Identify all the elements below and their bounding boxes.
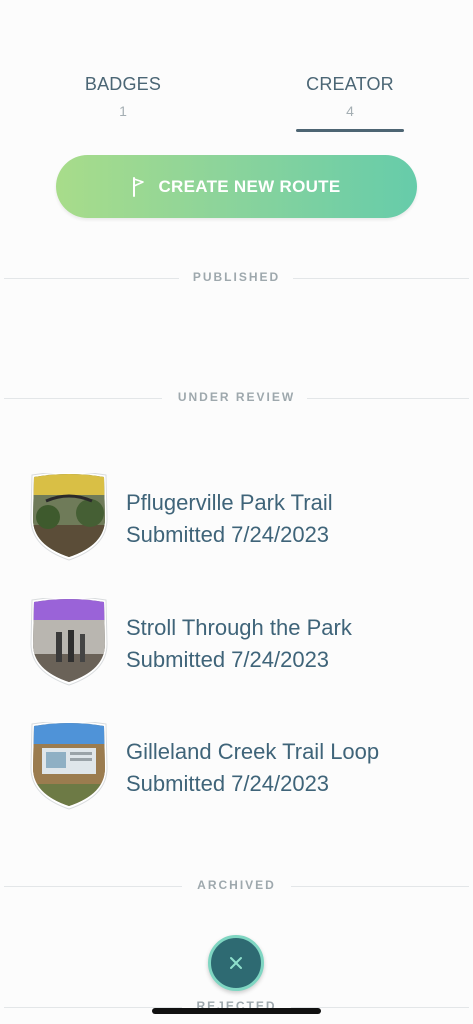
divider-line <box>293 278 469 279</box>
published-divider: PUBLISHED <box>4 269 469 289</box>
route-item[interactable]: Pflugerville Park Trail Submitted 7/24/2… <box>28 473 468 561</box>
route-status: Submitted 7/24/2023 <box>126 522 330 547</box>
home-indicator[interactable] <box>152 1008 321 1014</box>
route-shield-icon <box>30 598 108 686</box>
under-review-heading: UNDER REVIEW <box>177 390 296 404</box>
under-review-divider: UNDER REVIEW <box>4 389 469 409</box>
tab-creator-count: 4 <box>346 103 354 119</box>
route-text: Pflugerville Park Trail Submitted 7/24/2… <box>126 487 333 551</box>
divider-line <box>307 398 469 399</box>
route-status: Submitted 7/24/2023 <box>126 771 330 796</box>
published-heading: PUBLISHED <box>192 270 281 284</box>
archived-heading: ARCHIVED <box>197 878 276 892</box>
tab-bar: BADGES 1 CREATOR 4 <box>0 74 473 134</box>
tab-creator-label: CREATOR <box>306 74 394 94</box>
route-item[interactable]: Gilleland Creek Trail Loop Submitted 7/2… <box>28 722 468 810</box>
divider-line <box>291 886 469 887</box>
route-status: Submitted 7/24/2023 <box>126 647 330 672</box>
close-button[interactable] <box>208 935 264 991</box>
create-new-route-button[interactable]: CREATE NEW ROUTE <box>56 155 417 218</box>
route-text: Gilleland Creek Trail Loop Submitted 7/2… <box>126 736 379 800</box>
route-item[interactable]: Stroll Through the Park Submitted 7/24/2… <box>28 598 468 686</box>
route-shield-icon <box>30 722 108 810</box>
route-name: Gilleland Creek Trail Loop <box>126 739 380 764</box>
create-new-route-label: CREATE NEW ROUTE <box>158 176 341 196</box>
tab-badges-label: BADGES <box>84 74 162 94</box>
tab-creator[interactable]: CREATOR 4 <box>296 74 404 119</box>
active-tab-indicator <box>296 129 404 132</box>
tab-badges[interactable]: BADGES 1 <box>68 74 178 119</box>
close-icon <box>230 957 242 969</box>
route-shield-icon <box>30 473 108 561</box>
route-text: Stroll Through the Park Submitted 7/24/2… <box>126 612 352 676</box>
tab-badges-count: 1 <box>119 103 127 119</box>
route-name: Stroll Through the Park <box>126 615 352 640</box>
route-name: Pflugerville Park Trail <box>126 490 333 515</box>
flag-icon <box>133 176 145 197</box>
archived-divider: ARCHIVED <box>4 877 469 897</box>
